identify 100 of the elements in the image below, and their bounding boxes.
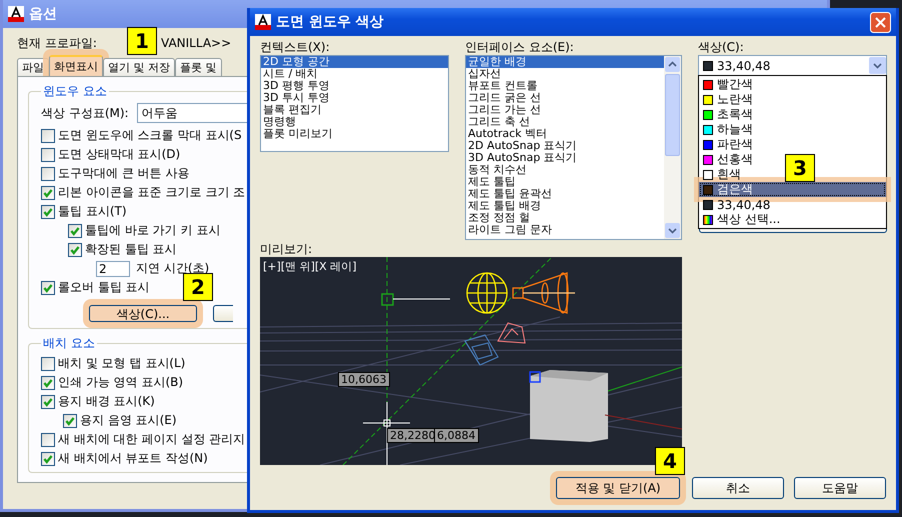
scroll-down-icon[interactable]: [665, 223, 680, 238]
list-item[interactable]: 제도 툴팁 배경: [466, 200, 664, 212]
profile-label: 현재 프로파일:: [17, 34, 97, 52]
list-item[interactable]: 2D AutoSnap 표식기: [466, 140, 664, 152]
check-icon: [69, 244, 81, 256]
check-icon: [69, 224, 81, 236]
checkbox[interactable]: [41, 186, 55, 200]
step-number-badge: 3: [785, 154, 815, 182]
preview-label: 미리보기:: [260, 242, 314, 256]
check-icon: [42, 376, 54, 388]
color-dropdown[interactable]: 33,40,48: [698, 55, 887, 76]
list-item[interactable]: 2D 모형 공간: [261, 56, 448, 68]
list-item[interactable]: Autotrack 벡터: [466, 128, 664, 140]
checkbox-label[interactable]: 롤오버 툴팁 표시: [58, 279, 150, 296]
color-option[interactable]: 노란색: [699, 92, 757, 107]
list-item[interactable]: 시트 / 배치: [261, 68, 448, 80]
checkbox-label[interactable]: 리본 아이콘을 표준 크기로 크기 조: [58, 184, 246, 201]
checkbox-label[interactable]: 도면 윈도우에 스크롤 막대 표시(S: [58, 127, 242, 144]
color-option[interactable]: 흰색: [699, 167, 745, 182]
list-item[interactable]: 3D 투시 투영: [261, 92, 448, 104]
color-option[interactable]: 색상 선택...: [699, 212, 784, 227]
checkbox-label[interactable]: 용지 배경 표시(K): [58, 393, 155, 410]
color-option[interactable]: 검은색: [699, 182, 886, 197]
check-icon: [42, 186, 54, 198]
checkbox[interactable]: [41, 148, 55, 162]
dialog-title: 도면 윈도우 색상: [276, 13, 384, 31]
list-item[interactable]: 플롯 미리보기: [261, 128, 448, 140]
color-option[interactable]: 하늘색: [699, 122, 757, 137]
dialog-button[interactable]: 도움말: [794, 477, 886, 499]
checkbox-label[interactable]: 용지 음영 표시(E): [80, 412, 177, 429]
list-item[interactable]: 제도 툴팁: [466, 176, 664, 188]
checkbox[interactable]: [41, 432, 55, 446]
checkbox-label[interactable]: 인쇄 가능 영역 표시(B): [58, 374, 184, 391]
list-item[interactable]: 그리드 가는 선: [466, 104, 664, 116]
checkbox-label[interactable]: 확장된 툴팁 표시: [85, 241, 177, 258]
checkbox[interactable]: [68, 242, 82, 256]
checkbox-label[interactable]: 툴팁 표시(T): [58, 203, 127, 220]
color-palette-icon: [703, 214, 713, 224]
list-item[interactable]: 균일한 배경: [466, 56, 664, 68]
dimension-value: 10,6063: [338, 372, 390, 387]
check-icon: [42, 206, 54, 218]
checkbox[interactable]: [41, 394, 55, 408]
check-icon: [42, 452, 54, 464]
checkbox[interactable]: [41, 166, 55, 180]
list-item[interactable]: 라이트 그림 문자: [466, 224, 664, 236]
list-item[interactable]: 제도 툴팁 윤곽선: [466, 188, 664, 200]
list-label: 컨텍스트(X):: [260, 40, 331, 54]
check-icon: [64, 414, 76, 426]
tab[interactable]: 플롯 및: [175, 58, 222, 76]
group-title: 윈도우 요소: [42, 83, 108, 100]
color-value: 33,40,48: [717, 58, 772, 72]
step-number-badge: 1: [127, 27, 157, 55]
checkbox[interactable]: [41, 128, 55, 142]
checkbox[interactable]: [41, 204, 55, 218]
checkbox-label[interactable]: 배치 및 모형 탭 표시(L): [58, 355, 186, 372]
partial-button[interactable]: [213, 305, 233, 322]
scrollbar[interactable]: [664, 56, 681, 239]
field-label: 색상(C):: [698, 40, 745, 54]
field-label: 색상 구성표(M):: [41, 104, 129, 122]
list-item[interactable]: 뷰포트 컨트롤: [466, 80, 664, 92]
check-icon: [42, 282, 54, 294]
list-item[interactable]: 그리드 축 선: [466, 116, 664, 128]
app-logo-icon: [255, 14, 271, 30]
delay-input[interactable]: 2: [96, 260, 130, 276]
checkbox[interactable]: [41, 356, 55, 370]
checkbox-label[interactable]: 도면 상태막대 표시(D): [58, 146, 180, 163]
list-item[interactable]: 조정 정점 헐: [466, 212, 664, 224]
check-icon: [42, 396, 54, 408]
checkbox-label[interactable]: 도구막대에 큰 버튼 사용: [58, 165, 190, 182]
dimension-value: 6,0884: [434, 428, 478, 443]
list-item[interactable]: 3D AutoSnap 표식기: [466, 152, 664, 164]
scroll-thumb[interactable]: [665, 74, 680, 156]
color-option[interactable]: 파란색: [699, 137, 757, 152]
list-item[interactable]: 동적 치수선: [466, 164, 664, 176]
close-icon[interactable]: [870, 12, 891, 32]
checkbox[interactable]: [41, 280, 55, 294]
color-option[interactable]: 빨간색: [699, 77, 757, 92]
viewport-label[interactable]: [+][맨 위][X 레이]: [263, 259, 356, 274]
window-title: 옵션: [29, 5, 57, 23]
list-item[interactable]: 십자선: [466, 68, 664, 80]
list-label: 인터페이스 요소(E):: [465, 40, 575, 54]
checkbox-label[interactable]: 새 배치에서 뷰포트 작성(N): [58, 450, 208, 467]
checkbox[interactable]: [63, 414, 77, 428]
list-item[interactable]: 그리드 굵은 선: [466, 92, 664, 104]
step-number-badge: 4: [655, 447, 685, 475]
color-option[interactable]: 33,40,48: [699, 197, 774, 212]
group-title: 배치 요소: [42, 335, 96, 352]
color-option[interactable]: 초록색: [699, 107, 757, 122]
checkbox[interactable]: [41, 376, 55, 390]
checkbox-label[interactable]: 툴팁에 바로 가기 키 표시: [85, 222, 220, 239]
checkbox[interactable]: [68, 224, 82, 238]
color-option[interactable]: 선홍색: [699, 152, 757, 167]
tab[interactable]: 열기 및 저장: [103, 58, 175, 76]
checkbox-label[interactable]: 새 배치에 대한 페이지 설정 관리지: [58, 431, 246, 448]
app-logo-icon: [8, 6, 24, 22]
scroll-up-icon[interactable]: [665, 57, 680, 72]
dialog-button[interactable]: 취소: [692, 477, 784, 499]
list-item[interactable]: 3D 평행 투영: [261, 80, 448, 92]
profile-name: VANILLA>>: [161, 36, 232, 50]
checkbox[interactable]: [41, 452, 55, 466]
